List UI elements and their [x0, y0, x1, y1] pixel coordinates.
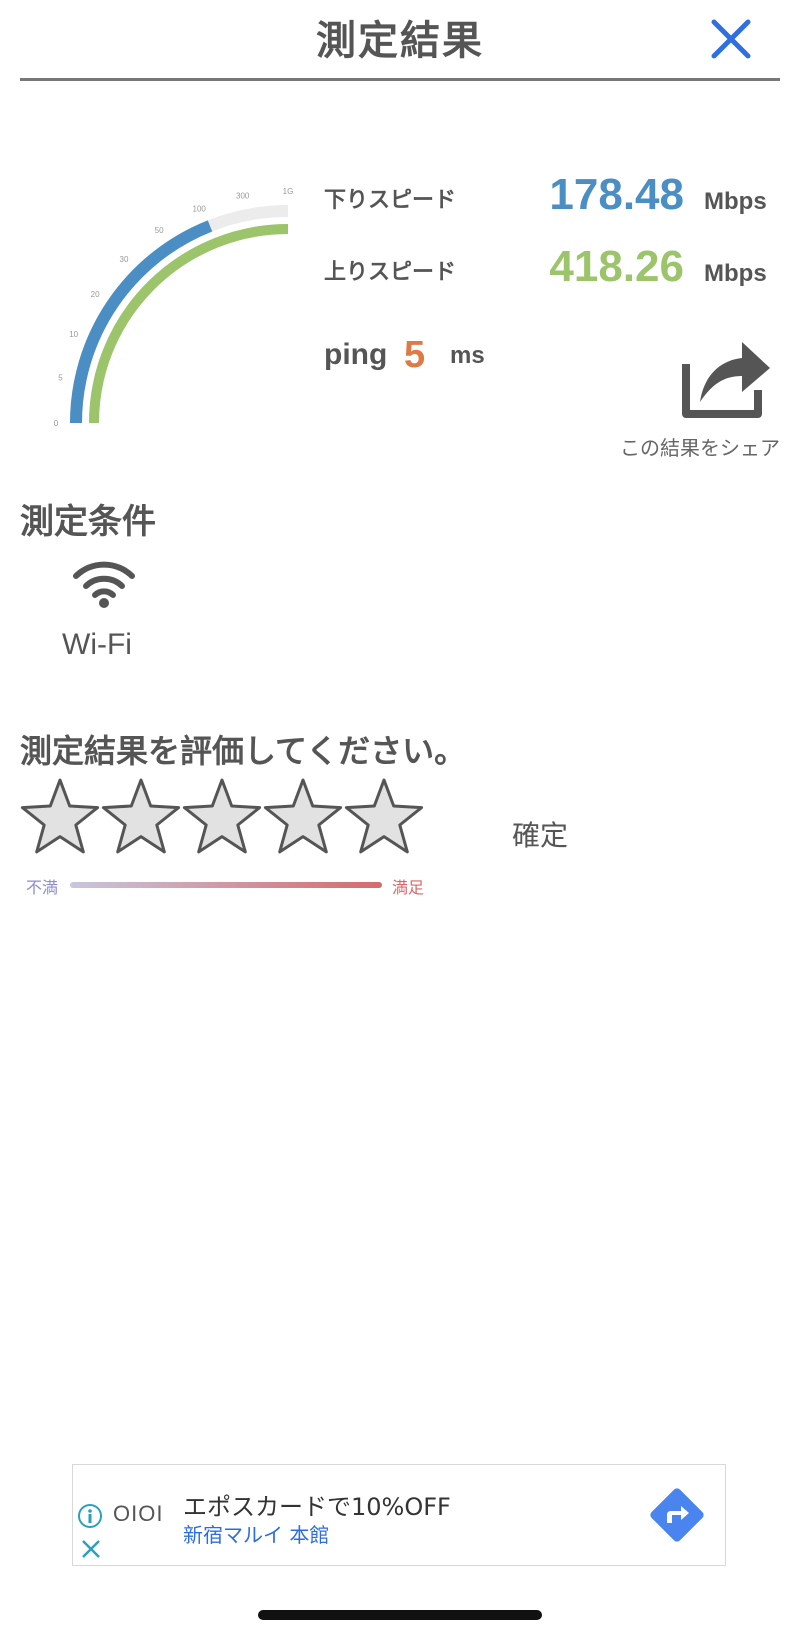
ping-unit: ms	[450, 342, 485, 369]
star-1[interactable]	[20, 776, 100, 856]
star-2[interactable]	[101, 776, 181, 856]
gauge-tick-label: 100	[193, 205, 207, 214]
download-label: 下りスピード	[324, 188, 457, 213]
gauge-tick-label: 20	[91, 290, 100, 299]
share-icon	[682, 342, 770, 418]
star-icon	[344, 778, 424, 854]
ad-title: エポスカードで10%OFF	[183, 1493, 451, 1521]
star-icon	[20, 778, 100, 854]
speed-gauge: 0 5 10 20 30 50 100 300 1G	[48, 187, 310, 448]
ad-info-icon[interactable]	[77, 1503, 103, 1529]
wifi-icon	[72, 560, 136, 608]
gauge-tick-label: 30	[120, 255, 129, 264]
star-icon	[182, 778, 262, 854]
share-caption: この結果をシェア	[620, 436, 780, 460]
scale-low-label: 不満	[26, 878, 59, 897]
rating-title: 測定結果を評価してください。	[20, 732, 467, 770]
scale-high-label: 満足	[392, 878, 425, 897]
upload-value: 418.26	[549, 242, 684, 291]
star-icon	[101, 778, 181, 854]
star-rating	[20, 776, 440, 858]
header-divider	[20, 78, 780, 81]
confirm-button[interactable]: 確定	[512, 814, 568, 854]
page-title: 測定結果	[316, 18, 484, 64]
close-button[interactable]	[706, 14, 756, 64]
gauge-tick-label: 50	[155, 226, 164, 235]
share-button[interactable]	[678, 326, 774, 422]
star-5[interactable]	[344, 776, 424, 856]
upload-unit: Mbps	[704, 260, 767, 287]
gauge-tick-labels: 0 5 10 20 30 50 100 300 1G	[54, 187, 294, 428]
gauge-tick-label: 10	[69, 330, 78, 339]
ping-label: ping	[324, 338, 388, 371]
ping-value: 5	[404, 334, 426, 376]
directions-icon	[650, 1488, 704, 1542]
home-indicator	[258, 1610, 542, 1620]
ad-close-icon[interactable]	[79, 1537, 103, 1561]
ad-subtitle: 新宿マルイ 本館	[183, 1523, 330, 1547]
network-type: Wi-Fi	[62, 628, 132, 661]
star-3[interactable]	[182, 776, 262, 856]
ad-banner[interactable]: OIOI エポスカードで10%OFF 新宿マルイ 本館	[72, 1464, 726, 1566]
ad-brand-logo: OIOI	[113, 1501, 164, 1526]
ad-directions-button[interactable]	[647, 1485, 707, 1545]
download-unit: Mbps	[704, 188, 767, 215]
satisfaction-scale-bar	[70, 882, 382, 888]
conditions-title: 測定条件	[20, 502, 156, 542]
header: 測定結果	[0, 0, 800, 84]
star-icon	[263, 778, 343, 854]
gauge-tick-label: 1G	[283, 188, 294, 196]
star-4[interactable]	[263, 776, 343, 856]
upload-label: 上りスピード	[324, 260, 457, 285]
download-value: 178.48	[549, 170, 684, 219]
gauge-tick-label: 300	[236, 192, 250, 201]
gauge-tick-label: 5	[58, 374, 63, 383]
close-icon	[711, 19, 751, 59]
gauge-tick-label: 0	[54, 419, 59, 428]
